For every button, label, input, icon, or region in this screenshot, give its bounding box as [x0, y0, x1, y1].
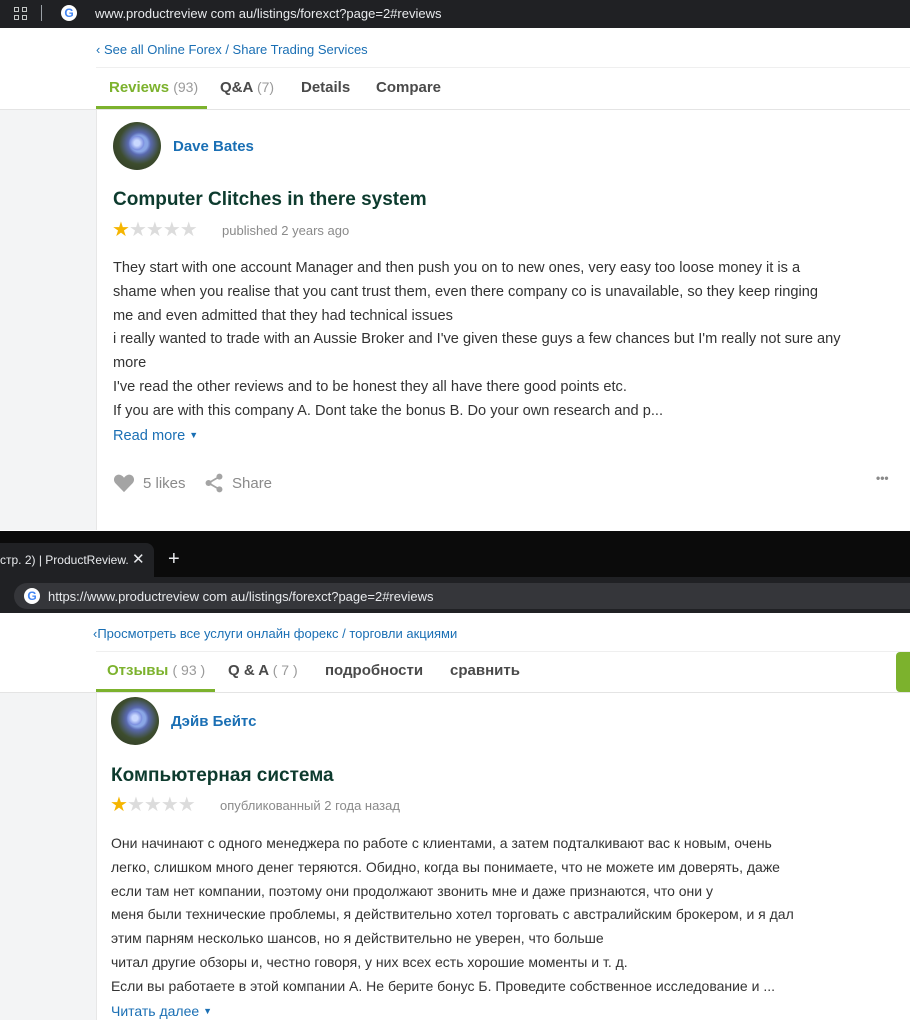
review-body-line: Если вы работаете в этой компании А. Не … [111, 977, 775, 994]
nav-top-rule [96, 67, 910, 68]
review-body-line: me and even admitted that they had techn… [113, 307, 453, 324]
address-url[interactable]: https://www.productreview com au/listing… [48, 589, 434, 604]
more-dots-icon[interactable]: ••• [876, 471, 889, 485]
review-title[interactable]: Компьютерная система [111, 765, 334, 787]
review-body-line: i really wanted to trade with an Aussie … [113, 331, 841, 348]
star-empty-icon: ★ [160, 794, 179, 816]
browser-tab[interactable]: стр. 2) | ProductReview. ✕ [0, 543, 154, 577]
google-g-icon: G [24, 588, 40, 604]
star-empty-icon: ★ [177, 794, 196, 816]
review-body-line: I've read the other reviews and to be ho… [113, 378, 627, 395]
review-body-line: They start with one account Manager and … [113, 260, 801, 276]
published-date: опубликованный 2 года назад [220, 798, 400, 813]
toolbar-divider [41, 5, 42, 21]
avatar[interactable] [111, 697, 159, 745]
browser-tab-strip: стр. 2) | ProductReview. ✕ + [0, 531, 910, 577]
see-all-link[interactable]: ‹ See all Online Forex / Share Trading S… [96, 42, 368, 57]
review-title[interactable]: Computer Clitches in there system [113, 189, 427, 211]
review-body-line: легко, слишком много денег теряются. Оби… [111, 858, 780, 875]
tab-reviews[interactable]: Отзывы ( 93 ) [107, 662, 205, 679]
heart-icon[interactable] [113, 473, 135, 493]
tab-details[interactable]: подробности [325, 662, 423, 679]
star-rating: ★★★★★ [110, 794, 196, 816]
left-gutter [0, 693, 96, 1020]
likes-count[interactable]: 5 likes [143, 475, 186, 492]
star-filled-icon: ★ [110, 794, 128, 816]
share-icon[interactable] [203, 473, 225, 493]
read-more-link[interactable]: Read more ▼ [113, 428, 198, 444]
star-empty-icon: ★ [179, 219, 198, 241]
caret-down-icon: ▼ [203, 1006, 212, 1016]
read-more-link[interactable]: Читать далее ▼ [111, 1003, 212, 1019]
share-button[interactable]: Share [232, 475, 272, 492]
browser-top-bar: G www.productreview com au/listings/fore… [0, 0, 910, 28]
star-empty-icon: ★ [126, 794, 145, 816]
plus-icon[interactable]: + [168, 549, 180, 569]
review-body: They start with one account Manager and … [113, 257, 841, 424]
review-body-line: Они начинают с одного менеджера по работ… [111, 835, 772, 851]
review-body-line: если там нет компании, поэтому они продо… [111, 882, 713, 899]
review-body-line: If you are with this company A. Dont tak… [113, 402, 663, 419]
review-body-line: меня были технические проблемы, я действ… [111, 906, 794, 923]
star-empty-icon: ★ [128, 219, 147, 241]
content-divider [96, 693, 97, 1020]
google-g-icon: G [61, 5, 77, 21]
tabs-bottom-rule [0, 692, 910, 693]
tab-compare[interactable]: сравнить [450, 662, 520, 679]
tabs-bottom-rule [0, 109, 910, 110]
star-rating: ★★★★★ [112, 219, 198, 241]
tab-title: стр. 2) | ProductReview. [0, 553, 129, 567]
star-empty-icon: ★ [145, 219, 164, 241]
star-empty-icon: ★ [162, 219, 181, 241]
star-empty-icon: ★ [143, 794, 162, 816]
tab-compare[interactable]: Compare [376, 79, 441, 96]
review-body-line: shame when you realise that you cant tru… [113, 283, 818, 300]
content-divider [96, 110, 97, 530]
left-gutter [0, 110, 96, 530]
tab-details[interactable]: Details [301, 79, 350, 96]
apps-grid-icon[interactable] [14, 7, 28, 21]
author-name[interactable]: Дэйв Бейтс [171, 713, 256, 730]
tab-reviews[interactable]: Reviews (93) [109, 79, 198, 96]
close-icon[interactable]: ✕ [132, 550, 145, 568]
nav-top-rule [96, 651, 910, 652]
see-all-link[interactable]: ‹Просмотреть все услуги онлайн форекс / … [93, 626, 457, 641]
review-body: Они начинают с одного менеджера по работ… [111, 832, 794, 999]
author-name[interactable]: Dave Bates [173, 138, 254, 155]
side-action-button[interactable] [896, 652, 910, 692]
tab-qa[interactable]: Q & A ( 7 ) [228, 662, 298, 679]
caret-down-icon: ▼ [189, 430, 199, 440]
review-body-line: more [113, 355, 147, 372]
review-body-line: читал другие обзоры и, честно говоря, у … [111, 953, 628, 970]
published-date: published 2 years ago [222, 223, 350, 238]
address-bar: G https://www.productreview com au/listi… [0, 577, 910, 613]
address-url[interactable]: www.productreview com au/listings/forexc… [95, 6, 441, 21]
review-body-line: этим парням несколько шансов, но я дейст… [111, 930, 604, 947]
tab-qa[interactable]: Q&A (7) [220, 79, 274, 96]
star-filled-icon: ★ [112, 219, 130, 241]
avatar[interactable] [113, 122, 161, 170]
